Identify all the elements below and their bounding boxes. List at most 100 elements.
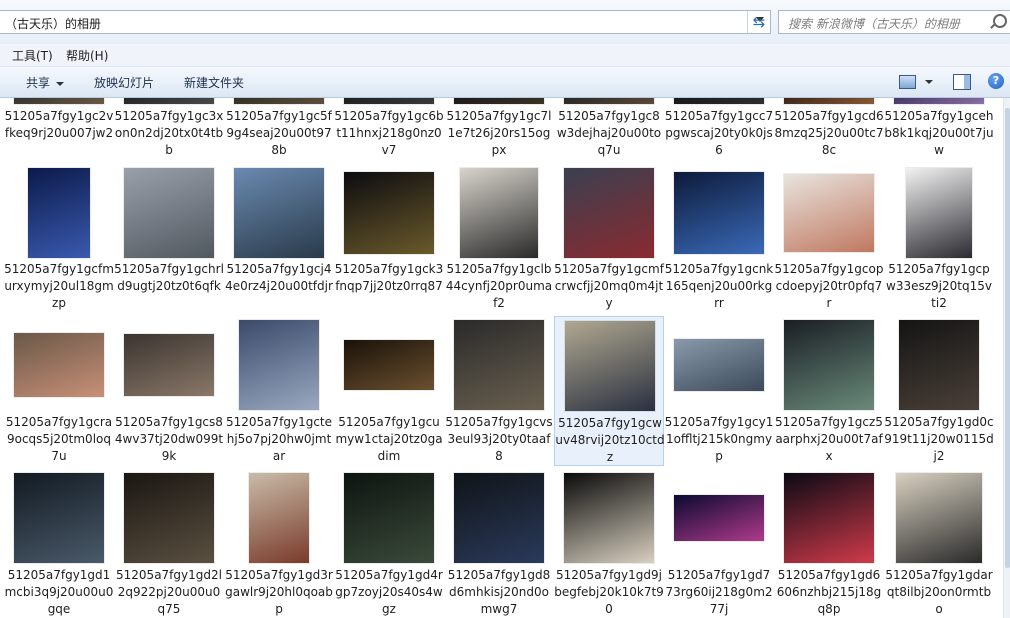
- photo-thumbnail[interactable]: [28, 168, 90, 258]
- photo-item[interactable]: 51205a7fgy1gd4rgp7zoyj20s40s4wgz: [334, 469, 444, 618]
- photo-item[interactable]: 51205a7fgy1gd1mcbi3q9j20u00u0gqe: [4, 469, 114, 618]
- photo-item[interactable]: 51205a7fgy1gd8d6mhkisj20nd0omwg7: [444, 469, 554, 618]
- photo-thumbnail[interactable]: [784, 473, 874, 563]
- photo-thumbnail[interactable]: [344, 98, 434, 104]
- photo-thumbnail[interactable]: [344, 473, 434, 563]
- photo-filename: 51205a7fgy1gcc7pgwscaj20ty0k0js6: [664, 109, 774, 157]
- photo-item[interactable]: 51205a7fgy1gd2l2q922pj20u00u0q75: [114, 469, 224, 618]
- photo-thumbnail[interactable]: [564, 168, 654, 258]
- photo-thumbnail[interactable]: [124, 98, 214, 104]
- photo-item[interactable]: 51205a7fgy1gcc7pgwscaj20ty0k0js6: [664, 98, 774, 160]
- photo-item[interactable]: 51205a7fgy1gcs84wv37tj20dw099t9k: [114, 316, 224, 466]
- photo-thumbnail[interactable]: [564, 98, 654, 104]
- photo-item[interactable]: 51205a7fgy1gcy11offltj215k0ngmyp: [664, 316, 774, 466]
- photo-thumbnail[interactable]: [14, 98, 104, 104]
- search-icon[interactable]: [993, 14, 1007, 28]
- photo-thumbnail[interactable]: [894, 98, 984, 104]
- photo-thumbnail[interactable]: [674, 98, 764, 104]
- photo-item[interactable]: 51205a7fgy1gctehj5o7pj20hw0jmtar: [224, 316, 334, 466]
- photo-item[interactable]: 51205a7fgy1gcd68mzq25j20u00tc78c: [774, 98, 884, 160]
- photo-thumbnail[interactable]: [784, 320, 874, 410]
- photo-thumbnail[interactable]: [674, 172, 764, 254]
- photo-filename: 51205a7fgy1gc2vfkeq9rj20u007jw2: [4, 109, 114, 140]
- photo-thumbnail[interactable]: [344, 340, 434, 390]
- photo-thumbnail[interactable]: [239, 320, 319, 410]
- menu-bar: 工具(T) 帮助(H): [0, 44, 1010, 67]
- photo-item[interactable]: 51205a7fgy1gcpw33esz9j20tq15vti2: [884, 164, 994, 313]
- address-path[interactable]: （古天乐）的相册: [5, 15, 101, 32]
- photo-filename: 51205a7fgy1gcopcdoepyj20tr0pfq7r: [774, 262, 884, 310]
- photo-thumbnail[interactable]: [784, 98, 874, 104]
- photo-item[interactable]: 51205a7fgy1gcvs3eul93j20ty0taaf8: [444, 316, 554, 466]
- scrollbar-thumb[interactable]: [1005, 108, 1010, 568]
- menu-help[interactable]: 帮助(H): [66, 47, 108, 64]
- photo-item[interactable]: 51205a7fgy1gc8w3dejhaj20u00toq7u: [554, 98, 664, 160]
- photo-item[interactable]: 51205a7fgy1gd0c919t11j20w0115dj2: [884, 316, 994, 466]
- photo-item[interactable]: 51205a7fgy1gcehb8k1kqj20u00t7juw: [884, 98, 994, 160]
- photo-thumbnail[interactable]: [896, 473, 982, 563]
- chevron-down-icon: [56, 81, 65, 86]
- photo-thumbnail[interactable]: [454, 98, 544, 104]
- photo-thumbnail[interactable]: [899, 320, 979, 410]
- photo-item[interactable]: 51205a7fgy1gcwuv48rvij20tz10ctdz: [554, 316, 665, 466]
- photo-filename: 51205a7fgy1gc3xon0n2dj20tx0t4tbb: [114, 109, 224, 157]
- photo-item[interactable]: 51205a7fgy1gdarqt8ilbj20on0rmtbo: [884, 469, 994, 618]
- photo-item[interactable]: 51205a7fgy1gcz5aarphxj20u00t7afx: [774, 316, 884, 466]
- photo-item[interactable]: 51205a7fgy1gc7l1e7t26j20rs15ogpx: [444, 98, 554, 160]
- photo-thumbnail[interactable]: [564, 473, 654, 563]
- photo-thumbnail[interactable]: [906, 168, 972, 258]
- photo-item[interactable]: 51205a7fgy1gck3fnqp7jj20tz0rrq87: [334, 164, 444, 313]
- photo-item[interactable]: 51205a7fgy1gcmfcrwcfjj20mq0m4jty: [554, 164, 664, 313]
- help-icon[interactable]: ?: [988, 73, 1004, 89]
- photo-thumbnail[interactable]: [124, 334, 214, 396]
- photo-item[interactable]: 51205a7fgy1gd9jbegfebj20k10k7t90: [554, 469, 664, 618]
- photo-item[interactable]: 51205a7fgy1gclb44cynfj20pr0umaf2: [444, 164, 554, 313]
- photo-thumbnail[interactable]: [784, 174, 874, 252]
- photo-filename: 51205a7fgy1gcpw33esz9j20tq15vti2: [886, 262, 992, 310]
- photo-item[interactable]: 51205a7fgy1gcj44e0rz4j20u00tfdjr: [224, 164, 334, 313]
- photo-filename: 51205a7fgy1gchrld9ugtj20tz0t6qfk: [114, 262, 224, 293]
- photo-filename: 51205a7fgy1gcumyw1ctaj20tz0gadim: [335, 415, 443, 463]
- photo-thumbnail[interactable]: [14, 333, 104, 397]
- photo-item[interactable]: 51205a7fgy1gcra9ocqs5j20tm0loq7u: [4, 316, 114, 466]
- photo-thumbnail[interactable]: [454, 320, 544, 410]
- photo-item[interactable]: 51205a7fgy1gcnk165qenj20u00rkgrr: [664, 164, 774, 313]
- photo-filename: 51205a7fgy1gc7l1e7t26j20rs15ogpx: [446, 109, 552, 157]
- photo-thumbnail[interactable]: [14, 473, 104, 563]
- photo-item[interactable]: 51205a7fgy1gcfmurxymyj20ul18gmzp: [4, 164, 114, 313]
- photo-thumbnail[interactable]: [234, 168, 324, 258]
- photo-thumbnail[interactable]: [565, 321, 655, 411]
- photo-thumbnail[interactable]: [674, 495, 764, 541]
- photo-thumbnail[interactable]: [124, 168, 214, 258]
- photo-thumbnail[interactable]: [249, 473, 309, 563]
- view-mode-icon[interactable]: [899, 75, 916, 89]
- photo-item[interactable]: 51205a7fgy1gchrld9ugtj20tz0t6qfk: [114, 164, 224, 313]
- photo-item[interactable]: 51205a7fgy1gd773rg60ij218g0m277j: [664, 469, 774, 618]
- menu-tools[interactable]: 工具(T): [12, 47, 53, 64]
- photo-item[interactable]: 51205a7fgy1gc5f9g4seaj20u00t978b: [224, 98, 334, 160]
- photo-thumbnail[interactable]: [454, 473, 544, 563]
- vertical-scrollbar[interactable]: [1003, 98, 1010, 618]
- photo-filename: 51205a7fgy1gd8d6mhkisj20nd0omwg7: [447, 568, 551, 616]
- chevron-down-icon[interactable]: [925, 80, 933, 84]
- photo-item[interactable]: 51205a7fgy1gd6606nzhbj215j18gq8p: [774, 469, 884, 618]
- photo-thumbnail[interactable]: [674, 339, 764, 391]
- photo-item[interactable]: 51205a7fgy1gcopcdoepyj20tr0pfq7r: [774, 164, 884, 313]
- photo-item[interactable]: 51205a7fgy1gc6bt11hnxj218g0nz0v7: [334, 98, 444, 160]
- photo-item[interactable]: 51205a7fgy1gc2vfkeq9rj20u007jw2: [4, 98, 114, 160]
- photo-item[interactable]: 51205a7fgy1gcumyw1ctaj20tz0gadim: [334, 316, 444, 466]
- share-button[interactable]: 共享: [26, 74, 65, 91]
- search-box[interactable]: 搜索 新浪微博（古天乐）的相册: [778, 10, 1010, 34]
- photo-item[interactable]: 51205a7fgy1gd3rgawlr9j20hl0qoabp: [224, 469, 334, 618]
- photo-thumbnail[interactable]: [124, 473, 214, 563]
- photo-thumbnail[interactable]: [234, 98, 324, 104]
- search-placeholder[interactable]: 搜索 新浪微博（古天乐）的相册: [788, 15, 960, 32]
- new-folder-button[interactable]: 新建文件夹: [184, 74, 244, 91]
- preview-pane-icon[interactable]: [953, 74, 971, 90]
- slideshow-button[interactable]: 放映幻灯片: [94, 74, 154, 91]
- photo-item[interactable]: 51205a7fgy1gc3xon0n2dj20tx0t4tbb: [114, 98, 224, 160]
- photo-thumbnail[interactable]: [344, 172, 434, 254]
- address-bar[interactable]: （古天乐）的相册: [0, 10, 771, 34]
- photo-thumbnail[interactable]: [460, 168, 538, 258]
- refresh-icon[interactable]: ⇆: [747, 11, 770, 33]
